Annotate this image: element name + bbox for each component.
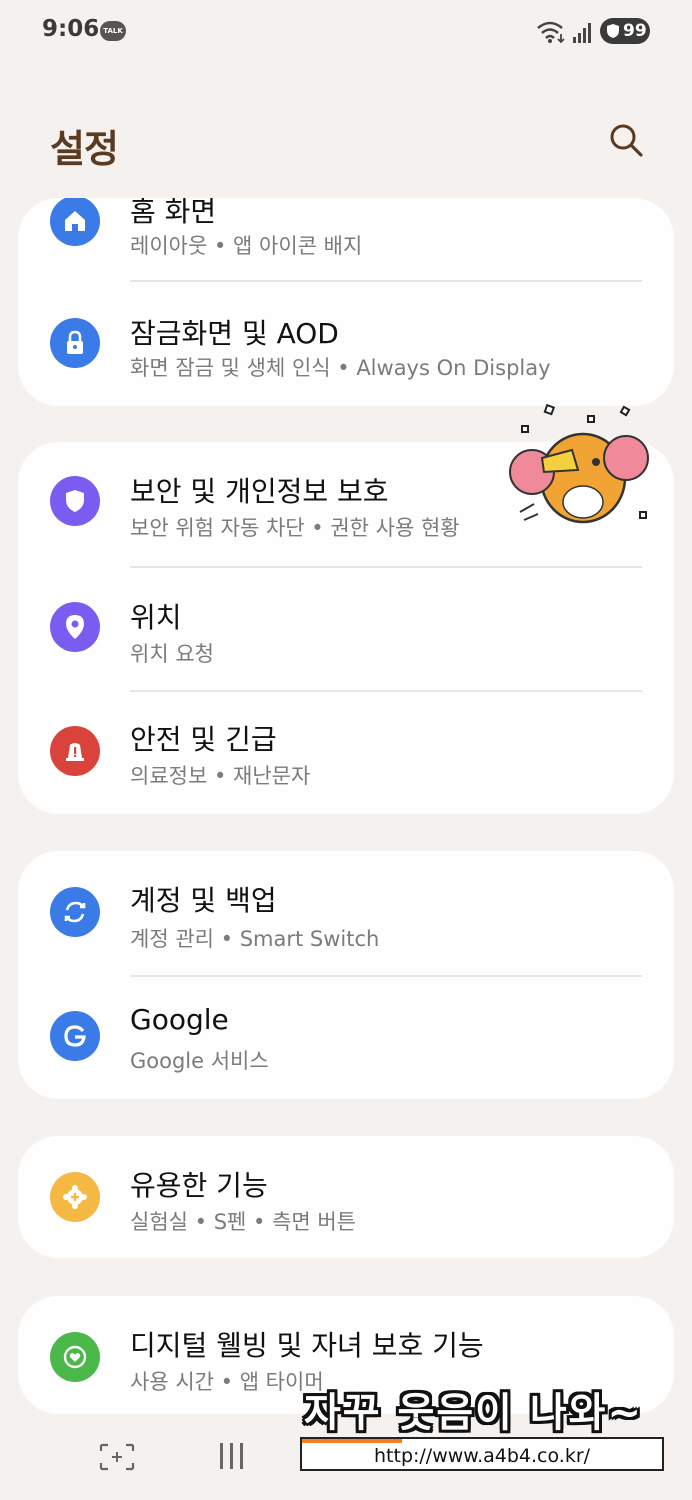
home-icon — [50, 198, 100, 246]
watermark-stripe — [302, 1439, 402, 1443]
recent-apps-icon[interactable] — [98, 1442, 136, 1472]
emergency-light-icon — [50, 726, 100, 776]
item-subtitle: 사용 시간 • 앱 타이머 — [130, 1370, 324, 1394]
item-subtitle: 계정 관리 • Smart Switch — [130, 927, 380, 951]
kakaotalk-notification-icon: TALK — [100, 21, 126, 41]
item-title: 위치 — [130, 601, 182, 634]
watermark-caption: 자꾸 웃음이 나와~ — [304, 1390, 643, 1436]
signal-strength-icon — [573, 23, 591, 43]
item-title: 홈 화면 — [130, 198, 217, 228]
settings-item-safety-emergency[interactable]: 안전 및 긴급 의료정보 • 재난문자 — [18, 690, 674, 814]
wellbeing-heart-icon — [50, 1332, 100, 1382]
home-button-icon[interactable] — [216, 1440, 248, 1472]
item-title: 유용한 기능 — [130, 1169, 268, 1202]
item-subtitle: 의료정보 • 재난문자 — [130, 764, 311, 788]
search-button[interactable] — [604, 118, 648, 162]
lock-icon — [50, 318, 100, 368]
settings-item-google[interactable]: Google Google 서비스 — [18, 975, 674, 1099]
status-bar: 9:06 TALK 99 — [0, 0, 692, 64]
ryan-cheering-sticker — [509, 403, 649, 524]
page-title: 설정 — [50, 127, 119, 171]
settings-group-advanced: 유용한 기능 실험실 • S펜 • 측면 버튼 — [18, 1136, 674, 1258]
item-subtitle: 화면 잠금 및 생체 인식 • Always On Display — [130, 356, 551, 380]
item-title: 안전 및 긴급 — [130, 723, 277, 756]
item-subtitle: 실험실 • S펜 • 측면 버튼 — [130, 1210, 357, 1234]
item-subtitle: 레이아웃 • 앱 아이콘 배지 — [130, 234, 363, 258]
settings-item-lock-screen[interactable]: 잠금화면 및 AOD 화면 잠금 및 생체 인식 • Always On Dis… — [18, 282, 674, 406]
settings-item-home-screen[interactable]: 홈 화면 레이아웃 • 앱 아이콘 배지 — [18, 198, 674, 276]
shield-icon — [50, 476, 100, 526]
plus-gear-icon — [50, 1172, 100, 1222]
shield-battery-icon — [607, 24, 619, 38]
location-pin-icon — [50, 602, 100, 652]
item-subtitle: Google 서비스 — [130, 1049, 269, 1073]
watermark-url-box: http://www.a4b4.co.kr/ — [300, 1437, 664, 1471]
settings-group-accounts: 계정 및 백업 계정 관리 • Smart Switch Google Goog… — [18, 851, 674, 1099]
watermark-url: http://www.a4b4.co.kr/ — [374, 1445, 591, 1467]
settings-item-advanced-features[interactable]: 유용한 기능 실험실 • S펜 • 측면 버튼 — [18, 1136, 674, 1258]
item-title: 디지털 웰빙 및 자녀 보호 기능 — [130, 1329, 484, 1362]
search-icon — [610, 124, 643, 157]
item-title: Google — [130, 1003, 229, 1036]
item-title: 계정 및 백업 — [130, 884, 277, 917]
sync-icon — [50, 887, 100, 937]
item-title: 보안 및 개인정보 보호 — [130, 475, 389, 508]
item-subtitle: 보안 위험 자동 차단 • 권한 사용 현황 — [130, 516, 460, 540]
item-title: 잠금화면 및 AOD — [130, 317, 339, 350]
settings-item-location[interactable]: 위치 위치 요청 — [18, 566, 674, 690]
settings-item-accounts-backup[interactable]: 계정 및 백업 계정 관리 • Smart Switch — [18, 851, 674, 975]
status-time: 9:06 — [42, 16, 100, 42]
google-icon — [50, 1011, 100, 1061]
settings-group-display: 홈 화면 레이아웃 • 앱 아이콘 배지 잠금화면 및 AOD 화면 잠금 및 … — [18, 198, 674, 406]
battery-badge: 99 — [600, 18, 650, 44]
wifi-icon — [537, 21, 565, 44]
item-subtitle: 위치 요청 — [130, 642, 214, 666]
battery-level: 99 — [623, 21, 647, 41]
